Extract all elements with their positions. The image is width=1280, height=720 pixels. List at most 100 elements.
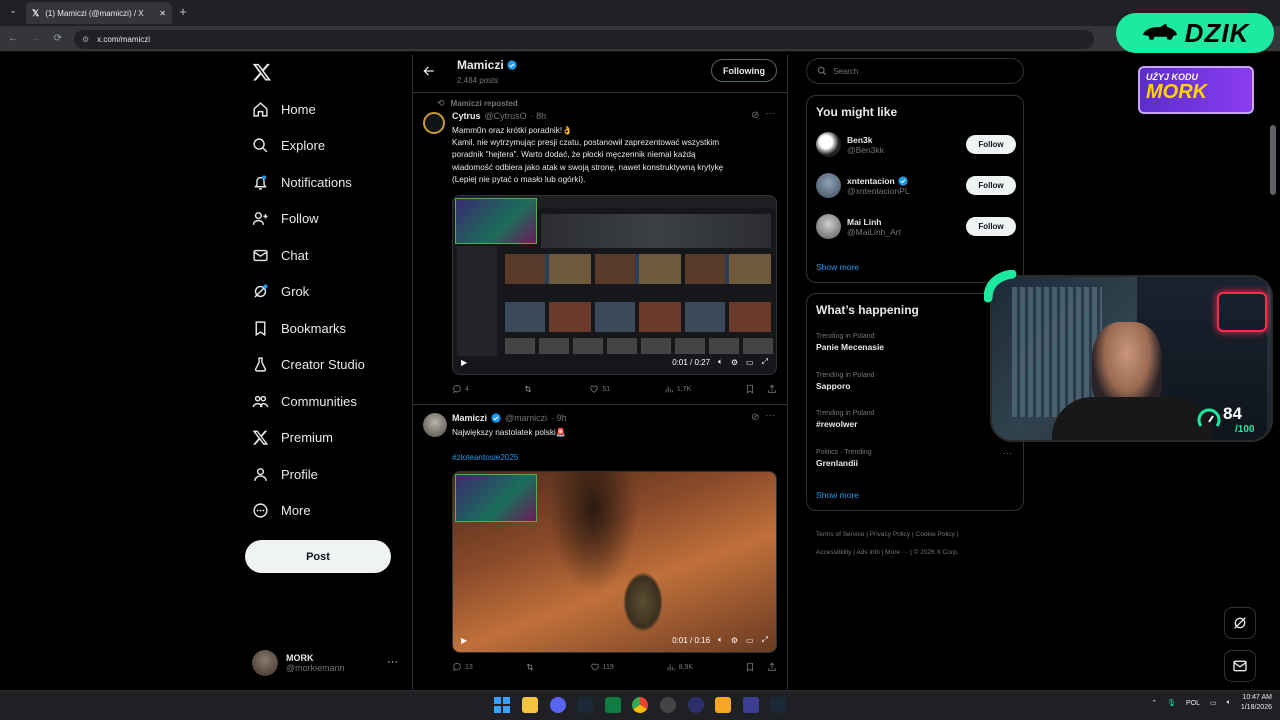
- account-switcher[interactable]: MORK @morkiemann: [252, 648, 402, 678]
- avatar[interactable]: [816, 173, 841, 198]
- microphone-icon[interactable]: 🎙︎: [1167, 699, 1176, 707]
- views-button[interactable]: 8.9K: [666, 662, 693, 672]
- bookmark-button[interactable]: [745, 662, 755, 672]
- nav-item-explore[interactable]: Explore: [252, 134, 325, 158]
- app-icon[interactable]: [743, 697, 759, 713]
- forward-arrow-icon[interactable]: →: [28, 32, 42, 46]
- settings-icon[interactable]: ⚙: [731, 358, 738, 367]
- back-arrow-icon[interactable]: ←: [6, 32, 20, 46]
- grok-button[interactable]: [1224, 607, 1256, 639]
- nav-item-home[interactable]: Home: [252, 97, 316, 121]
- reload-icon[interactable]: ⟳: [51, 32, 65, 46]
- obs-icon[interactable]: [660, 697, 676, 713]
- avatar[interactable]: [423, 112, 445, 134]
- trend-item[interactable]: Politics · Trending Grenlandii: [816, 449, 1016, 468]
- tweet-author[interactable]: Cytrus: [452, 111, 481, 121]
- app-icon[interactable]: [688, 697, 704, 713]
- more-dots-icon[interactable]: ···: [765, 410, 775, 421]
- tweet-handle[interactable]: @CytrusO: [485, 111, 527, 121]
- nav-item-premium[interactable]: Premium: [252, 426, 333, 450]
- address-bar[interactable]: ⚙ x.com/mamiczi: [74, 30, 1094, 49]
- browser-tab[interactable]: 𝕏 (1) Mamiczi (@mamiczi) / X ✕: [26, 2, 172, 24]
- app-icon[interactable]: [715, 697, 731, 713]
- suggested-user[interactable]: xntentacion @xntentacionPL Follow: [816, 173, 1016, 198]
- nav-item-notifications[interactable]: Notifications: [252, 170, 352, 194]
- search-input[interactable]: Search: [806, 58, 1024, 84]
- play-icon[interactable]: ▶: [461, 636, 467, 645]
- grok-icon[interactable]: ⊘: [751, 412, 759, 423]
- like-button[interactable]: 119: [590, 662, 614, 672]
- suggested-user[interactable]: Ben3k @Ben3kk Follow: [816, 132, 1016, 157]
- avatar[interactable]: [816, 214, 841, 239]
- file-explorer-icon[interactable]: [522, 697, 538, 713]
- avatar[interactable]: [423, 413, 447, 437]
- fullscreen-icon[interactable]: ⤢: [762, 635, 768, 645]
- cookie-link[interactable]: Cookie Policy: [916, 531, 955, 538]
- steam-icon[interactable]: [577, 697, 593, 713]
- reply-button[interactable]: 13: [452, 662, 473, 672]
- language-indicator[interactable]: POL: [1186, 700, 1200, 707]
- play-icon[interactable]: ▶: [461, 358, 467, 367]
- tweet-handle[interactable]: @mamiczi: [505, 413, 547, 423]
- share-button[interactable]: [767, 662, 777, 672]
- page-scrollbar[interactable]: [1270, 125, 1276, 195]
- more-dots-icon[interactable]: ···: [1003, 448, 1012, 458]
- volume-icon[interactable]: 🔈︎: [1227, 699, 1231, 707]
- settings-icon[interactable]: ⚙: [731, 636, 738, 645]
- terms-link[interactable]: Terms of Service: [816, 531, 864, 538]
- reply-button[interactable]: 4: [452, 384, 469, 394]
- nav-item-follow[interactable]: Follow: [252, 207, 319, 231]
- ads-info-link[interactable]: Ads info: [856, 549, 880, 556]
- back-arrow-icon[interactable]: [422, 64, 436, 78]
- nav-item-communities[interactable]: Communities: [252, 389, 357, 413]
- more-dots-icon[interactable]: ···: [765, 108, 775, 119]
- fullscreen-icon[interactable]: ⤢: [762, 357, 768, 367]
- follow-button[interactable]: Follow: [966, 135, 1016, 154]
- steam-icon[interactable]: [770, 697, 786, 713]
- pip-icon[interactable]: ▭: [746, 636, 754, 645]
- trend-item[interactable]: Trending in Poland Sapporo: [816, 372, 1016, 391]
- nav-item-chat[interactable]: Chat: [252, 243, 308, 267]
- nav-item-creator-studio[interactable]: Creator Studio: [252, 353, 365, 377]
- views-button[interactable]: 1.7K: [664, 384, 691, 394]
- tab-close-icon[interactable]: ✕: [159, 9, 166, 18]
- suggested-user[interactable]: Mai Linh @MaiLinh_Art Follow: [816, 214, 1016, 239]
- follow-button[interactable]: Follow: [966, 176, 1016, 195]
- repost-button[interactable]: [525, 662, 538, 672]
- repost-button[interactable]: [523, 384, 536, 394]
- grok-icon[interactable]: ⊘: [751, 110, 759, 121]
- bookmark-button[interactable]: [745, 384, 755, 394]
- nav-item-grok[interactable]: Grok: [252, 280, 309, 304]
- nav-item-more[interactable]: More: [252, 499, 311, 523]
- tweet[interactable]: Mamiczi @mamiczi · 9h ⊘ ··· Największy n…: [413, 405, 787, 690]
- share-button[interactable]: [767, 384, 777, 394]
- follow-button[interactable]: Follow: [966, 217, 1016, 236]
- show-more-link[interactable]: Show more: [816, 490, 859, 500]
- tweet-time[interactable]: · 9h: [551, 413, 567, 423]
- site-settings-icon[interactable]: ⚙: [82, 35, 89, 44]
- new-tab-button[interactable]: +: [176, 5, 190, 19]
- tweet-author[interactable]: Mamiczi: [452, 413, 487, 423]
- excel-icon[interactable]: [605, 697, 621, 713]
- volume-icon[interactable]: 🔈︎: [718, 635, 723, 645]
- nav-item-bookmarks[interactable]: Bookmarks: [252, 316, 346, 340]
- trend-item[interactable]: Trending in Poland #rewolwer: [816, 410, 1016, 429]
- tab-search-chevron-icon[interactable]: ⌄: [6, 5, 20, 19]
- tweet-video[interactable]: ▶ 0:01 / 0:16 🔈︎ ⚙ ▭ ⤢: [452, 471, 777, 653]
- clock[interactable]: 10:47 AM 1/18/2026: [1241, 693, 1272, 713]
- pip-icon[interactable]: ▭: [746, 358, 754, 367]
- accessibility-link[interactable]: Accessibility: [816, 549, 851, 556]
- privacy-link[interactable]: Privacy Policy: [870, 531, 910, 538]
- tweet-time[interactable]: · 8h: [531, 111, 547, 121]
- chrome-icon[interactable]: [632, 697, 648, 713]
- x-logo-icon[interactable]: [252, 62, 272, 82]
- post-button[interactable]: Post: [245, 540, 391, 573]
- tweet-video[interactable]: ▶ 0:01 / 0:27 🔈︎ ⚙ ▭ ⤢: [452, 195, 777, 375]
- more-link[interactable]: More ···: [885, 549, 908, 556]
- volume-icon[interactable]: 🔈︎: [718, 357, 723, 367]
- chevron-up-icon[interactable]: ⌃: [1151, 699, 1157, 707]
- like-button[interactable]: 51: [589, 384, 610, 394]
- nav-item-profile[interactable]: Profile: [252, 462, 318, 486]
- more-dots-icon[interactable]: ···: [387, 656, 398, 668]
- start-icon[interactable]: [494, 697, 510, 713]
